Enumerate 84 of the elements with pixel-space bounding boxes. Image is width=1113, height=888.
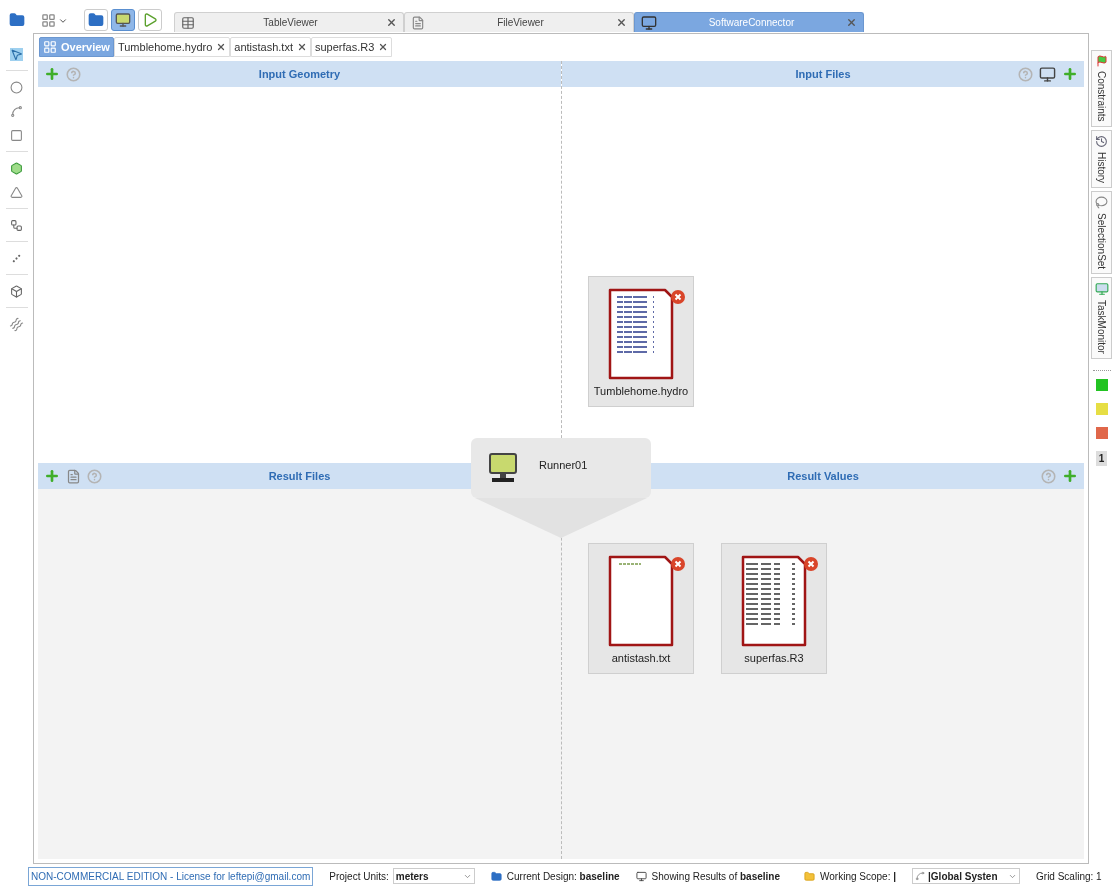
file-icon: [411, 15, 425, 30]
tab-label: antistash.txt: [234, 39, 293, 55]
file-card[interactable]: Tumblehome.hydro: [588, 276, 694, 407]
solid-icon: [10, 284, 23, 298]
folder-icon: [490, 870, 502, 882]
close-icon[interactable]: [386, 17, 397, 28]
runner-name: Runner01: [539, 457, 588, 473]
document-tab[interactable]: antistash.txt: [230, 37, 311, 57]
folder-view-button[interactable]: [84, 9, 108, 31]
close-icon[interactable]: [378, 42, 389, 52]
monitor-icon[interactable]: [1039, 65, 1056, 83]
side-tab-label: SelectionSet: [1095, 212, 1108, 269]
side-tab[interactable]: Constraints: [1091, 50, 1112, 127]
coordinate-system-dropdown[interactable]: |Global Systen: [912, 868, 1021, 884]
history-icon: [1095, 134, 1108, 148]
file-name: antistash.txt: [611, 651, 671, 666]
task-count: 1: [1095, 450, 1108, 466]
monitor-icon: [115, 12, 131, 28]
tab-label: superfas.R3: [315, 39, 375, 55]
curve-icon: [10, 104, 23, 118]
remove-icon[interactable]: [804, 557, 818, 571]
side-tab[interactable]: TaskMonitor: [1091, 276, 1112, 359]
side-tab[interactable]: History: [1091, 129, 1112, 188]
document-tab[interactable]: Tumblehome.hydro: [113, 37, 231, 57]
hierarchy-icon: [10, 218, 23, 232]
side-tab[interactable]: SelectionSet: [1091, 190, 1112, 274]
section-title: Result Values: [786, 468, 860, 484]
close-icon[interactable]: [846, 17, 857, 28]
license-label[interactable]: NON-COMMERCIAL EDITION - License for leftepi@gmail.com: [28, 866, 314, 886]
close-icon[interactable]: [616, 17, 627, 28]
monitor-icon: [489, 453, 517, 483]
folder-icon: [804, 870, 816, 882]
editor-tab[interactable]: FileViewer: [404, 12, 634, 32]
pointer-icon: [10, 47, 23, 61]
tab-label: FileViewer: [496, 16, 545, 30]
current-design: Current Design: baseline: [506, 869, 620, 884]
overview-icon: [43, 40, 57, 54]
lasso-icon: [1095, 195, 1108, 209]
tab-label: TableViewer: [262, 16, 319, 30]
table-icon: [181, 15, 195, 30]
section-title: Input Files: [794, 66, 852, 82]
section-title: Input Geometry: [257, 66, 342, 82]
close-icon[interactable]: [297, 42, 307, 52]
monitor-icon: [641, 14, 657, 31]
grid-scaling: Grid Scaling: 1: [1036, 869, 1102, 884]
add-icon[interactable]: [44, 66, 60, 82]
remove-icon[interactable]: [671, 557, 685, 571]
runner-node[interactable]: Runner01: [471, 438, 651, 498]
file-card[interactable]: superfas.R3: [721, 543, 827, 674]
play-icon: [142, 12, 158, 28]
monitor-icon: [635, 870, 647, 882]
units-label: Project Units:: [329, 869, 389, 884]
editor-tab[interactable]: TableViewer: [174, 12, 404, 32]
add-icon[interactable]: [1062, 468, 1078, 484]
folder-icon[interactable]: [8, 12, 25, 28]
layout-icon: [41, 13, 56, 28]
units-dropdown[interactable]: meters: [392, 868, 475, 884]
file-name: Tumblehome.hydro: [593, 384, 689, 399]
folder-icon: [88, 12, 104, 28]
monitor-view-button[interactable]: [111, 9, 135, 31]
working-scope: Working Scope: |: [820, 869, 897, 884]
side-tab-label: TaskMonitor: [1095, 299, 1108, 354]
remove-icon[interactable]: [671, 290, 685, 304]
file-name: superfas.R3: [744, 651, 804, 666]
surface-icon: [10, 128, 23, 142]
point-icon: [10, 80, 23, 94]
showing-results: Showing Results of baseline: [651, 869, 781, 884]
add-icon[interactable]: [44, 468, 60, 484]
monitor-icon: [1094, 281, 1109, 296]
hexagon-icon: [10, 161, 23, 175]
file-card[interactable]: antistash.txt: [588, 543, 694, 674]
document-icon[interactable]: [66, 468, 81, 484]
tab-label: Overview: [61, 39, 110, 55]
tab-label: Tumblehome.hydro: [117, 39, 213, 55]
side-tab-label: History: [1095, 151, 1108, 183]
side-tab-label: Constraints: [1095, 71, 1108, 122]
tab-label: SoftwareConnector: [707, 16, 796, 30]
section-title: Result Files: [267, 468, 332, 484]
play-view-button[interactable]: [138, 9, 162, 31]
add-icon[interactable]: [1062, 66, 1078, 82]
flag-icon: [1095, 55, 1108, 67]
document-tab[interactable]: superfas.R3: [311, 37, 393, 57]
close-icon[interactable]: [216, 42, 227, 52]
layout-menu-button[interactable]: [41, 13, 68, 28]
